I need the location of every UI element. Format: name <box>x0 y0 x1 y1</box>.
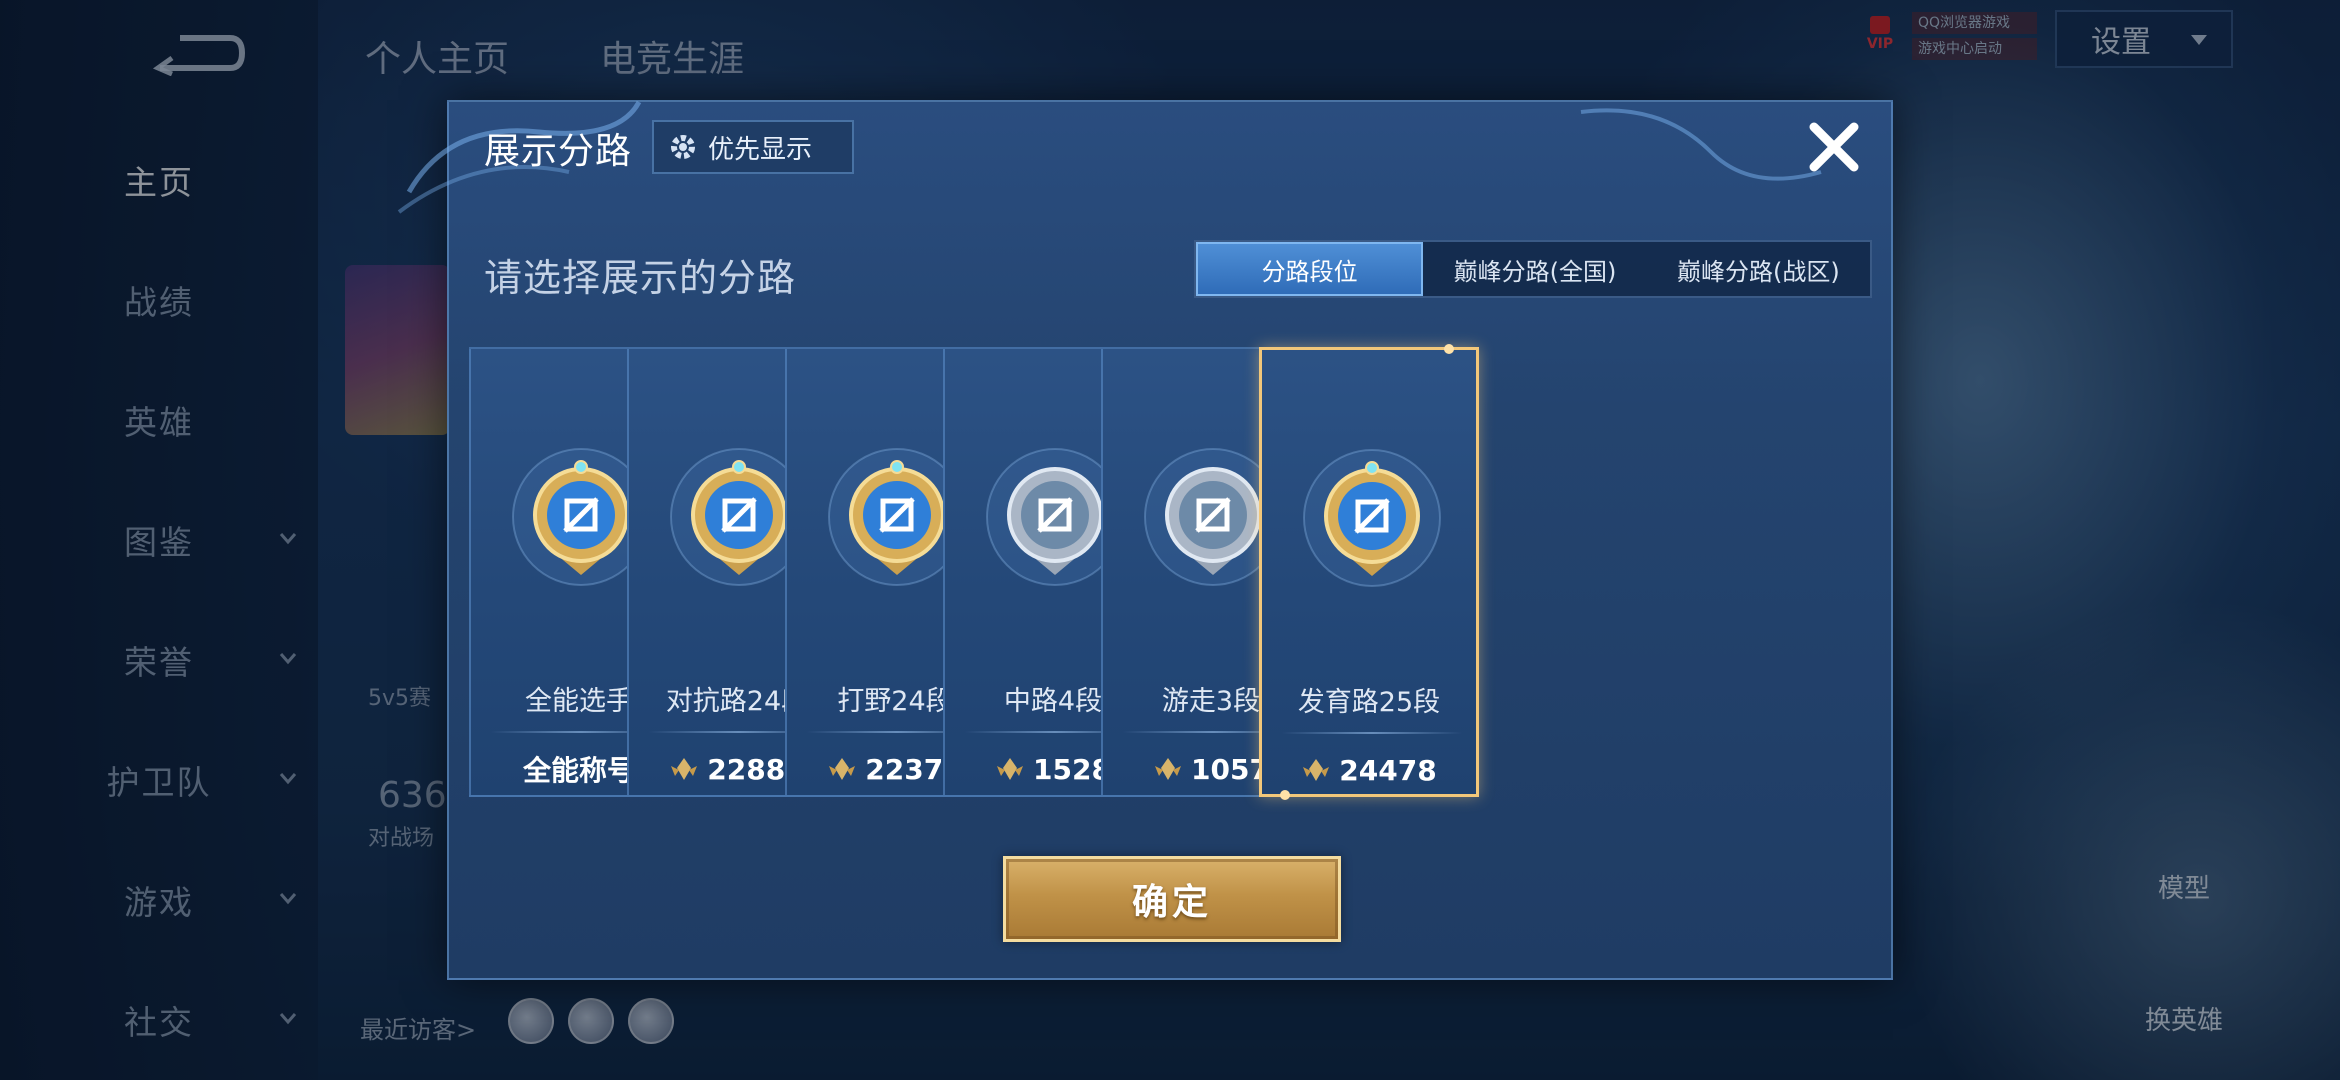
lane-card-value: 1057 <box>1191 752 1269 786</box>
swirl-decoration <box>1580 108 1822 181</box>
tab-lane-rank[interactable]: 分路段位 <box>1196 242 1424 296</box>
lane-card-value: 24478 <box>1339 753 1437 787</box>
lane-points-icon <box>671 758 698 780</box>
gear-icon <box>671 135 695 159</box>
lane-points-icon <box>1303 759 1330 781</box>
lane-card-footer: 24478 <box>1262 745 1476 795</box>
dialog-title: 展示分路 <box>484 131 633 172</box>
select-lane-prompt: 请选择展示的分路 <box>484 256 797 300</box>
close-icon[interactable] <box>1804 117 1864 177</box>
lane-card-value: 1528 <box>1033 752 1111 786</box>
farm-lane-emblem-icon <box>1303 449 1441 587</box>
selection-marker <box>1444 344 1454 354</box>
lane-card-value: 全能称号 <box>522 754 635 787</box>
lane-card-title: 发育路25段 <box>1297 687 1441 718</box>
lane-display-dialog: 展示分路 优先显示 请选择展示的分路 分路段位 巅峰分路(全国) 巅峰分路(战区… <box>397 100 1893 980</box>
lane-card[interactable]: 发育路25段 24478 <box>1259 344 1479 800</box>
lane-points-icon <box>997 758 1024 780</box>
tab-peak-lane-region[interactable]: 巅峰分路(战区) <box>1647 242 1870 296</box>
lane-points-icon <box>1155 758 1182 780</box>
card-divider <box>1282 732 1462 734</box>
confirm-button[interactable]: 确定 <box>1003 856 1341 942</box>
priority-display-label: 优先显示 <box>708 134 813 165</box>
lane-points-icon <box>829 758 856 780</box>
tab-peak-lane-national[interactable]: 巅峰分路(全国) <box>1423 242 1646 296</box>
lane-type-tabs: 分路段位 巅峰分路(全国) 巅峰分路(战区) <box>1194 240 1872 298</box>
priority-display-button[interactable]: 优先显示 <box>652 120 854 174</box>
